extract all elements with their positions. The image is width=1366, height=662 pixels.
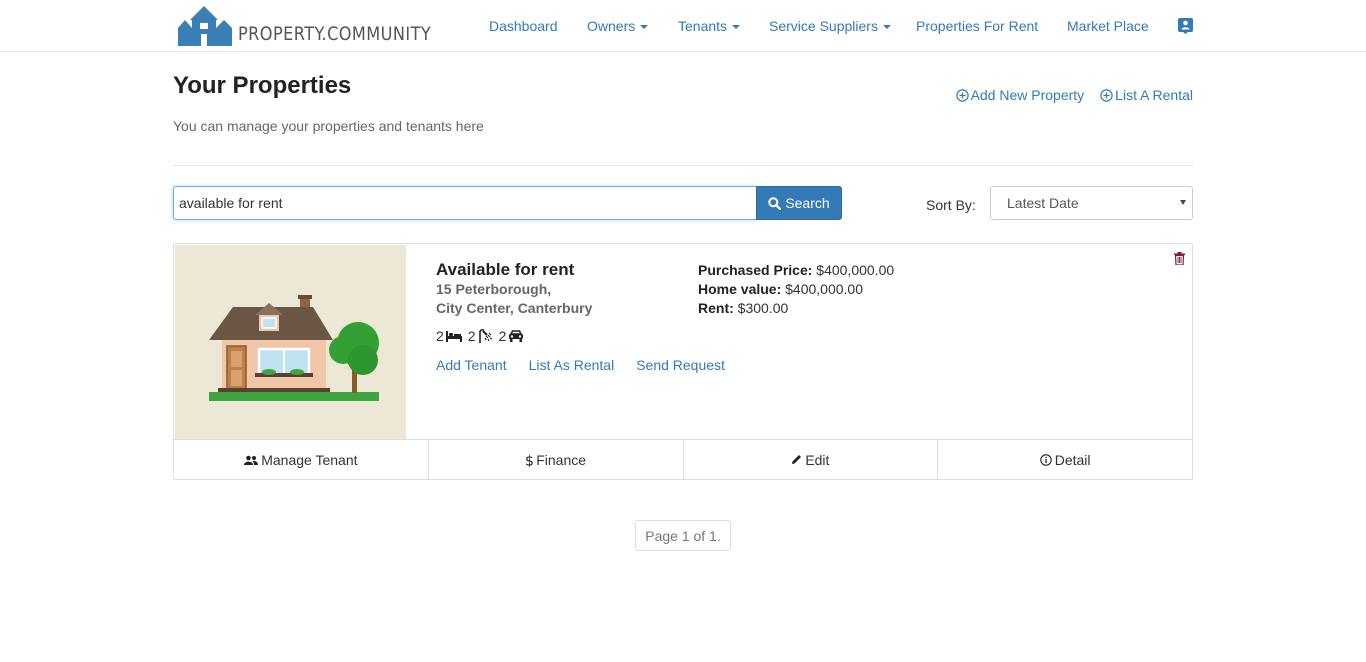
caret-down-icon xyxy=(640,24,649,29)
plus-circle-icon xyxy=(955,88,969,102)
page-subtitle: You can manage your properties and tenan… xyxy=(173,118,484,134)
nav-service-suppliers-label: Service Suppliers xyxy=(769,17,878,34)
search-button-label: Search xyxy=(785,195,830,211)
search-button[interactable]: Search xyxy=(756,186,842,220)
address-line-1: 15 Peterborough, xyxy=(436,281,552,297)
nav-market-place[interactable]: Market Place xyxy=(1067,0,1149,51)
nav-properties-for-rent[interactable]: Properties For Rent xyxy=(916,0,1038,51)
bed-icon xyxy=(445,330,462,342)
bedroom-count: 2 xyxy=(436,328,444,344)
house-logo-icon xyxy=(178,6,232,46)
list-a-rental-link[interactable]: List A Rental xyxy=(1100,87,1193,103)
pagination-indicator: Page 1 of 1. xyxy=(635,520,731,551)
purchased-price-value: $400,000.00 xyxy=(816,262,895,278)
add-tenant-link[interactable]: Add Tenant xyxy=(436,357,507,373)
nav-owners-label: Owners xyxy=(587,17,636,34)
property-actions: Add Tenant List As Rental Send Request xyxy=(436,357,725,373)
finance-button[interactable]: $ Finance xyxy=(429,440,684,479)
rent-label: Rent: xyxy=(698,300,734,316)
page-title: Your Properties xyxy=(173,72,352,99)
brand-logo[interactable]: PROPERTY.COMMUNITY xyxy=(176,4,465,46)
send-request-link[interactable]: Send Request xyxy=(636,357,725,373)
manage-tenant-label: Manage Tenant xyxy=(261,451,358,468)
detail-label: Detail xyxy=(1054,451,1091,468)
caret-down-icon xyxy=(882,24,891,29)
parking-count: 2 xyxy=(498,328,507,344)
user-badge-icon xyxy=(1178,17,1193,34)
property-title: Available for rent xyxy=(436,260,575,279)
dollar-icon: $ xyxy=(525,453,533,467)
home-value-label: Home value: xyxy=(698,281,782,297)
rent-row: Rent: $300.00 xyxy=(698,299,894,318)
search-input[interactable] xyxy=(173,186,756,220)
edit-button[interactable]: Edit xyxy=(684,440,939,479)
car-icon xyxy=(509,330,524,342)
nav-tenants[interactable]: Tenants xyxy=(678,0,741,51)
home-value-value: $400,000.00 xyxy=(785,281,863,297)
property-card-footer: Manage Tenant $ Finance Edit Detail xyxy=(174,439,1192,479)
nav-dashboard[interactable]: Dashboard xyxy=(489,0,558,51)
nav-service-suppliers[interactable]: Service Suppliers xyxy=(769,0,891,51)
purchased-price-label: Purchased Price: xyxy=(698,262,813,278)
nav-owners[interactable]: Owners xyxy=(587,0,649,51)
property-image[interactable] xyxy=(175,245,406,439)
address-line-2: City Center, Canterbury xyxy=(436,300,593,316)
caret-down-icon xyxy=(732,24,741,29)
list-as-rental-link[interactable]: List As Rental xyxy=(529,357,615,373)
bathroom-count: 2 xyxy=(467,328,476,344)
header-actions: Add New Property List A Rental xyxy=(955,87,1193,103)
top-navbar: PROPERTY.COMMUNITY Dashboard Owners Tena… xyxy=(0,0,1366,52)
property-address: 15 Peterborough, City Center, Canterbury xyxy=(436,280,592,318)
info-circle-icon xyxy=(1039,453,1052,466)
rent-value: $300.00 xyxy=(737,300,789,316)
detail-button[interactable]: Detail xyxy=(938,440,1192,479)
purchased-price-row: Purchased Price: $400,000.00 xyxy=(698,261,894,280)
pencil-icon xyxy=(792,455,802,464)
manage-tenant-button[interactable]: Manage Tenant xyxy=(174,440,429,479)
users-icon xyxy=(244,455,259,465)
sort-by-label: Sort By: xyxy=(926,197,976,213)
nav-tenants-label: Tenants xyxy=(678,17,728,34)
list-a-rental-label: List A Rental xyxy=(1115,87,1193,103)
svg-text:$: $ xyxy=(525,453,533,467)
sort-selected-value: Latest Date xyxy=(1007,195,1079,211)
shower-icon xyxy=(478,329,492,343)
plus-circle-icon xyxy=(1100,88,1113,102)
select-arrow-icon xyxy=(1180,200,1186,205)
sort-by-select[interactable]: Latest Date xyxy=(990,186,1193,220)
property-card: Available for rent 15 Peterborough, City… xyxy=(173,243,1193,480)
profile-menu[interactable] xyxy=(1178,0,1193,51)
add-new-property-link[interactable]: Add New Property xyxy=(955,87,1085,103)
edit-label: Edit xyxy=(805,451,830,468)
search-icon xyxy=(768,196,782,210)
property-prices: Purchased Price: $400,000.00 Home value:… xyxy=(698,261,894,318)
add-new-property-label: Add New Property xyxy=(970,87,1085,103)
brand-name: PROPERTY.COMMUNITY xyxy=(238,23,432,45)
finance-label: Finance xyxy=(536,451,587,468)
home-value-row: Home value: $400,000.00 xyxy=(698,280,894,299)
house-illustration-icon xyxy=(209,295,379,401)
property-features: 2 2 2 xyxy=(436,328,530,344)
trash-icon[interactable] xyxy=(1174,252,1185,265)
header-divider xyxy=(173,165,1193,166)
